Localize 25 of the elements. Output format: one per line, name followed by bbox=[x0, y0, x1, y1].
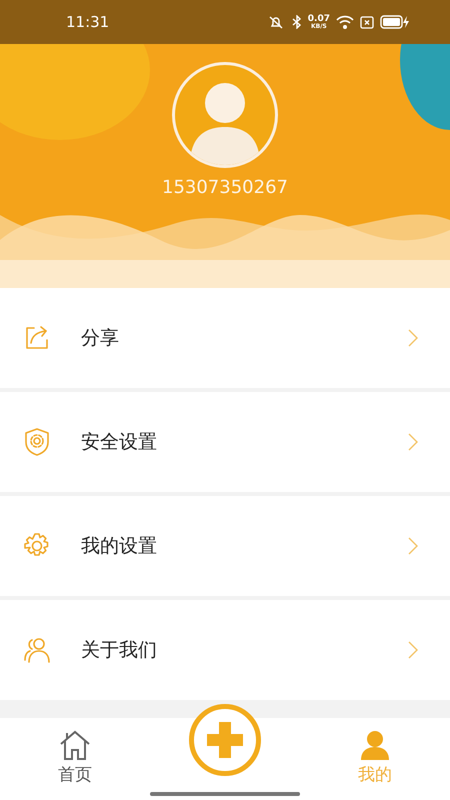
menu-item[interactable]: 安全设置 bbox=[0, 392, 450, 492]
chevron-right-icon bbox=[408, 536, 418, 556]
plus-icon bbox=[205, 720, 245, 760]
menu-item[interactable]: 关于我们 bbox=[0, 600, 450, 700]
person-icon bbox=[358, 729, 392, 762]
menu-label: 分享 bbox=[81, 326, 119, 351]
tab[interactable]: 首页 bbox=[0, 718, 150, 800]
menu-label: 关于我们 bbox=[81, 638, 157, 663]
bluetooth-icon bbox=[292, 15, 302, 29]
battery-icon bbox=[380, 15, 410, 29]
network-speed: 0.07 bbox=[308, 14, 330, 24]
people-icon bbox=[22, 635, 52, 665]
menu-item[interactable]: 分享 bbox=[0, 288, 450, 388]
chevron-right-icon bbox=[408, 640, 418, 660]
chevron-right-icon bbox=[408, 432, 418, 452]
home-icon bbox=[58, 729, 92, 762]
menu-item[interactable]: 我的设置 bbox=[0, 496, 450, 596]
menu-label: 我的设置 bbox=[81, 534, 157, 559]
shield-gear-icon bbox=[22, 427, 52, 457]
sim-icon bbox=[360, 16, 374, 28]
phone-number: 15307350267 bbox=[162, 176, 288, 200]
status-time: 11:31 bbox=[66, 12, 110, 33]
chevron-right-icon bbox=[408, 328, 418, 348]
wifi-icon bbox=[336, 15, 354, 29]
menu-label: 安全设置 bbox=[81, 430, 157, 455]
